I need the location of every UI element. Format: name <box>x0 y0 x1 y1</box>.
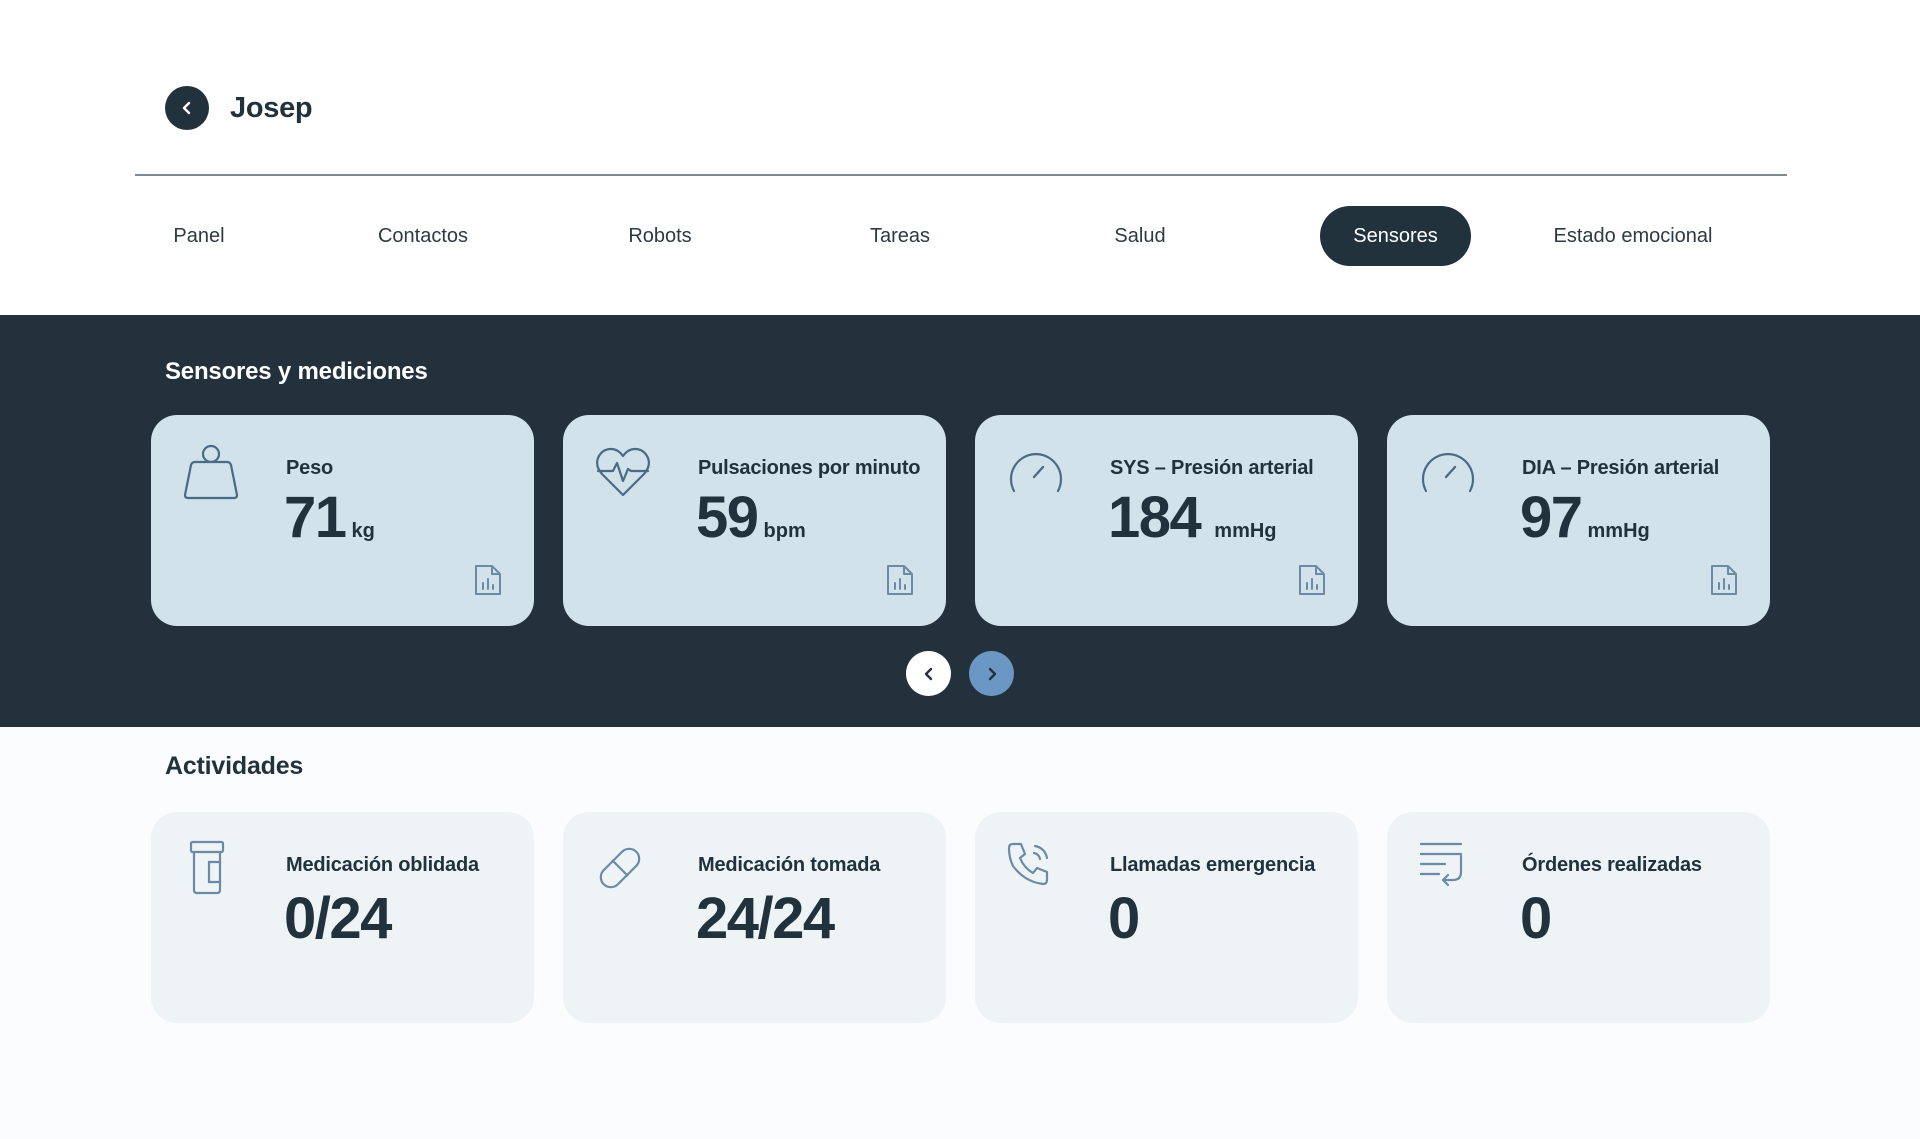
tab-sensores[interactable]: Sensores <box>1320 206 1471 266</box>
tab-contactos[interactable]: Contactos <box>357 206 489 266</box>
activity-label: Medicación oblidada <box>286 854 479 876</box>
sensor-value: 71 <box>284 485 347 550</box>
sensor-unit: kg <box>351 520 375 542</box>
tab-salud[interactable]: Salud <box>1075 206 1205 266</box>
activity-card-emergency-calls[interactable]: Llamadas emergencia 0 <box>975 812 1358 1023</box>
weight-icon <box>183 444 239 500</box>
tab-robots[interactable]: Robots <box>595 206 725 266</box>
gauge-icon <box>1421 453 1475 493</box>
activity-value-row: 0 <box>1108 886 1140 951</box>
activity-value-row: 0 <box>1520 886 1552 951</box>
sensor-unit: mmHg <box>1214 520 1277 542</box>
activity-card-taken-medication[interactable]: Medicación tomada 24/24 <box>563 812 946 1023</box>
carousel-prev-button[interactable] <box>906 651 951 696</box>
sensor-card-systolic[interactable]: SYS – Presión arterial 184 mmHg <box>975 415 1358 626</box>
chevron-right-icon <box>988 667 996 680</box>
sensor-value: 97 <box>1520 485 1583 550</box>
tab-estado-emocional[interactable]: Estado emocional <box>1535 206 1731 266</box>
page-header: Josep <box>165 86 313 130</box>
tab-bar: Panel Contactos Robots Tareas Salud Sens… <box>135 206 1787 266</box>
gauge-icon <box>1009 453 1063 493</box>
report-chart-icon[interactable] <box>1297 563 1327 597</box>
sensor-card-heart-rate[interactable]: Pulsaciones por minuto 59 bpm <box>563 415 946 626</box>
activities-title: Actividades <box>165 752 304 780</box>
sensor-label: SYS – Presión arterial <box>1110 457 1314 479</box>
activity-value: 24/24 <box>696 886 835 951</box>
sensor-label: Pulsaciones por minuto <box>698 457 921 479</box>
page-title: Josep <box>230 91 313 124</box>
carousel-next-button[interactable] <box>969 651 1014 696</box>
tab-tareas[interactable]: Tareas <box>835 206 965 266</box>
heart-pulse-icon <box>596 447 650 497</box>
activity-label: Llamadas emergencia <box>1110 854 1316 876</box>
back-button[interactable] <box>165 86 209 130</box>
sensor-value: 59 <box>696 485 759 550</box>
list-return-icon <box>1419 842 1463 887</box>
activity-value-row: 24/24 <box>696 886 835 951</box>
sensor-value-row: 71 kg <box>284 489 375 547</box>
header-divider <box>135 174 1787 176</box>
sensor-value-row: 59 bpm <box>696 489 806 547</box>
activity-card-missed-medication[interactable]: Medicación oblidada 0/24 <box>151 812 534 1023</box>
activity-card-orders[interactable]: Órdenes realizadas 0 <box>1387 812 1770 1023</box>
sensor-card-diastolic[interactable]: DIA – Presión arterial 97 mmHg <box>1387 415 1770 626</box>
report-chart-icon[interactable] <box>1709 563 1739 597</box>
sensors-title: Sensores y mediciones <box>165 358 428 385</box>
sensor-value-row: 97 mmHg <box>1520 489 1650 547</box>
chevron-left-icon <box>182 101 191 115</box>
sensor-value-row: 184 mmHg <box>1108 489 1277 547</box>
sensor-value: 184 <box>1108 485 1202 550</box>
activity-label: Medicación tomada <box>698 854 881 876</box>
sensor-unit: bpm <box>763 520 806 542</box>
activity-value: 0 <box>1520 886 1552 951</box>
phone-call-icon <box>1007 842 1049 886</box>
pill-icon <box>599 847 641 889</box>
report-chart-icon[interactable] <box>473 563 503 597</box>
activity-label: Órdenes realizadas <box>1522 854 1702 876</box>
sensor-label: Peso <box>286 457 334 479</box>
sensor-unit: mmHg <box>1587 520 1650 542</box>
pill-bottle-icon <box>189 840 225 895</box>
tab-panel[interactable]: Panel <box>135 206 263 266</box>
activity-value-row: 0/24 <box>284 886 392 951</box>
activity-value: 0 <box>1108 886 1140 951</box>
sensor-card-weight[interactable]: Peso 71 kg <box>151 415 534 626</box>
activity-value: 0/24 <box>284 886 392 951</box>
chevron-left-icon <box>924 667 932 680</box>
sensor-label: DIA – Presión arterial <box>1522 457 1720 479</box>
report-chart-icon[interactable] <box>885 563 915 597</box>
